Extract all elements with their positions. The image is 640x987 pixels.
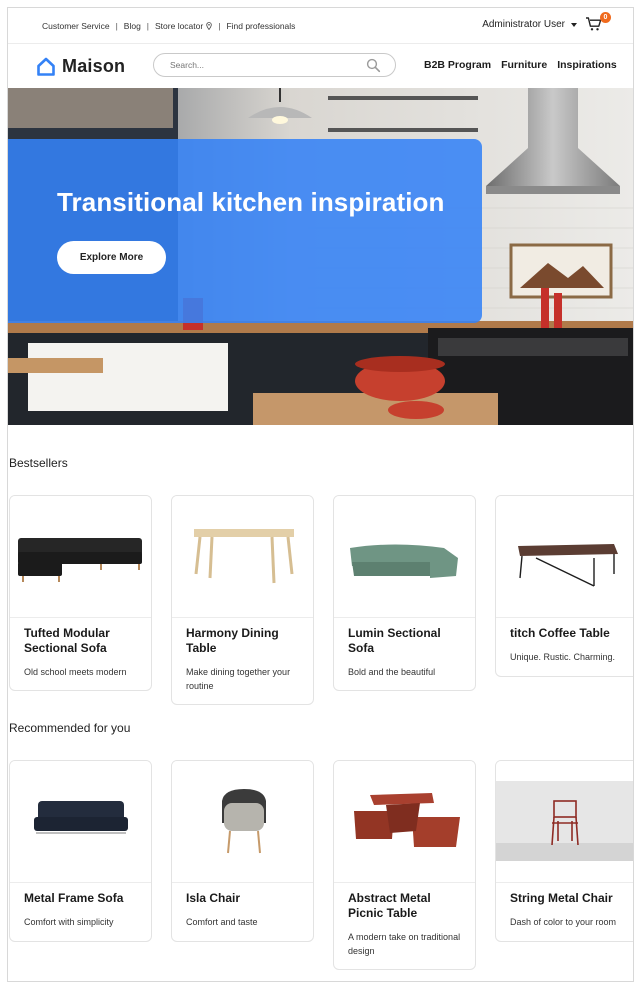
picnic-table-image [354,793,460,847]
product-image [172,496,313,618]
product-card[interactable]: Tufted Modular Sectional Sofa Old school… [9,495,152,691]
store-locator-link[interactable]: Store locator [155,21,212,31]
sectional-sofa-image [350,544,458,578]
hero-title: Transitional kitchen inspiration [57,187,445,217]
separator: | [146,20,150,31]
blog-link[interactable]: Blog [124,21,141,31]
coffee-table-image [518,544,618,587]
search-input[interactable] [170,60,360,70]
product-card[interactable]: Abstract Metal Picnic Table A modern tak… [333,760,476,970]
brand-name: Maison [62,56,126,76]
hero-overlay-card: Transitional kitchen inspiration Explore… [8,139,482,323]
utility-bar: Customer Service | Blog | Store locator … [8,8,633,44]
product-image [496,496,633,618]
user-name: Administrator User [482,19,565,30]
house-icon [37,57,55,76]
nav-furniture[interactable]: Furniture [501,59,547,71]
product-name: Metal Frame Sofa [24,891,124,905]
search-bar [153,53,396,77]
product-name: Isla Chair [186,891,241,905]
sofa-image [18,538,142,582]
page-frame: Customer Service | Blog | Store locator … [7,7,634,982]
product-description: Comfort and taste [186,917,258,927]
chair-image [222,789,266,854]
product-image [334,761,475,883]
product-description: A modern take on traditional design [348,932,461,956]
product-description: Unique. Rustic. Charming. [510,652,616,662]
separator: | [115,20,118,31]
product-card[interactable]: titch Coffee Table Unique. Rustic. Charm… [495,495,633,677]
product-image [334,496,475,618]
product-name: Tufted Modular Sectional Sofa [24,626,110,655]
find-professionals-link[interactable]: Find professionals [226,21,295,31]
product-description: Comfort with simplicity [24,917,114,927]
customer-service-link[interactable]: Customer Service [42,21,110,31]
metal-sofa-image [34,801,128,834]
product-image [10,761,151,883]
product-name: Lumin Sectional Sofa [348,626,441,655]
product-image [496,761,633,883]
brand-logo[interactable]: Maison [36,56,125,77]
product-image [10,496,151,618]
product-name: Harmony Dining Table [186,626,279,655]
main-nav: B2B Program Furniture Inspirations [424,59,617,71]
product-name: String Metal Chair [510,891,613,905]
product-card[interactable]: Isla Chair Comfort and taste [171,760,314,942]
hero-banner: Transitional kitchen inspiration Explore… [8,88,633,425]
bestsellers-heading: Bestsellers [9,456,68,470]
product-description: Dash of color to your room [510,917,617,927]
main-header: Maison B2B Program Furniture Inspiration… [8,44,633,88]
string-chair-image [496,781,633,861]
product-card[interactable]: Lumin Sectional Sofa Bold and the beauti… [333,495,476,691]
dining-table-image [194,529,294,584]
store-locator-label: Store locator [155,20,204,31]
nav-inspirations[interactable]: Inspirations [557,59,617,71]
map-pin-icon [206,21,212,30]
product-image [172,761,313,883]
product-description: Make dining together your routine [186,667,291,691]
separator: | [218,20,221,31]
user-menu[interactable]: Administrator User [482,19,577,30]
product-description: Bold and the beautiful [348,667,436,677]
search-icon[interactable] [366,58,381,73]
cart-count-badge: 0 [600,12,611,23]
recommended-heading: Recommended for you [9,721,131,735]
explore-more-button[interactable]: Explore More [57,241,166,274]
product-name: titch Coffee Table [510,626,610,640]
product-card[interactable]: String Metal Chair Dash of color to your… [495,760,633,942]
chevron-down-icon [571,22,577,27]
product-name: Abstract Metal Picnic Table [348,891,431,920]
product-card[interactable]: Harmony Dining Table Make dining togethe… [171,495,314,705]
product-description: Old school meets modern [24,667,127,677]
product-card[interactable]: Metal Frame Sofa Comfort with simplicity [9,760,152,942]
nav-b2b-program[interactable]: B2B Program [424,59,491,71]
